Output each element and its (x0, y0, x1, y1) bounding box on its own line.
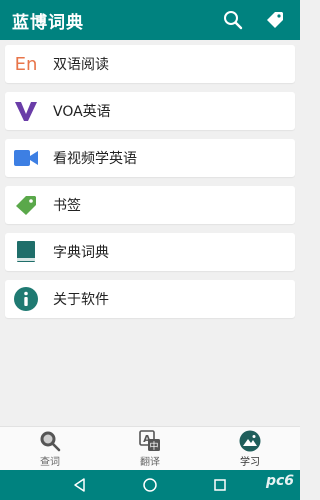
translate-icon: A中 (139, 430, 160, 452)
menu-item-dictionaries[interactable]: 字典词典 (5, 233, 295, 271)
home-button[interactable] (115, 477, 185, 493)
en-icon: En (14, 53, 38, 75)
tab-label: 学习 (240, 457, 260, 468)
menu-item-about[interactable]: 关于软件 (5, 280, 295, 318)
svg-text:中: 中 (149, 440, 158, 452)
menu-item-label: 字典词典 (53, 245, 109, 261)
menu-item-label: 关于软件 (53, 292, 109, 308)
bottom-navigation: 查词 A中 翻译 学习 (0, 426, 300, 471)
back-button[interactable] (45, 477, 115, 493)
system-navigation-bar (0, 470, 300, 500)
landscape-icon (239, 430, 261, 452)
tab-label: 翻译 (140, 457, 160, 468)
tag-icon (7, 186, 45, 224)
tab-study[interactable]: 学习 (200, 427, 300, 471)
menu-item-label: 书签 (53, 198, 81, 214)
menu-item-label: 双语阅读 (53, 57, 109, 73)
menu-item-label: 看视频学英语 (53, 151, 137, 167)
voa-logo-icon (7, 92, 45, 130)
menu-item-video-english[interactable]: 看视频学英语 (5, 139, 295, 177)
menu-item-bookmarks[interactable]: 书签 (5, 186, 295, 224)
tag-icon[interactable] (262, 7, 288, 33)
search-icon[interactable] (220, 7, 246, 33)
menu-item-voa-english[interactable]: VOA英语 (5, 92, 295, 130)
tab-lookup[interactable]: 查词 (0, 427, 100, 471)
recents-button[interactable] (185, 477, 255, 493)
tab-translate[interactable]: A中 翻译 (100, 427, 200, 471)
app-bar: 蓝博词典 (0, 0, 300, 40)
menu-item-bilingual-reading[interactable]: En 双语阅读 (5, 45, 295, 83)
watermark: pc6 (265, 473, 294, 489)
menu-item-label: VOA英语 (53, 104, 111, 120)
tab-label: 查词 (40, 457, 60, 468)
video-camera-icon (7, 139, 45, 177)
book-icon (7, 233, 45, 271)
app-title: 蓝博词典 (12, 12, 84, 33)
info-icon (7, 280, 45, 318)
magnifier-icon (40, 431, 61, 452)
